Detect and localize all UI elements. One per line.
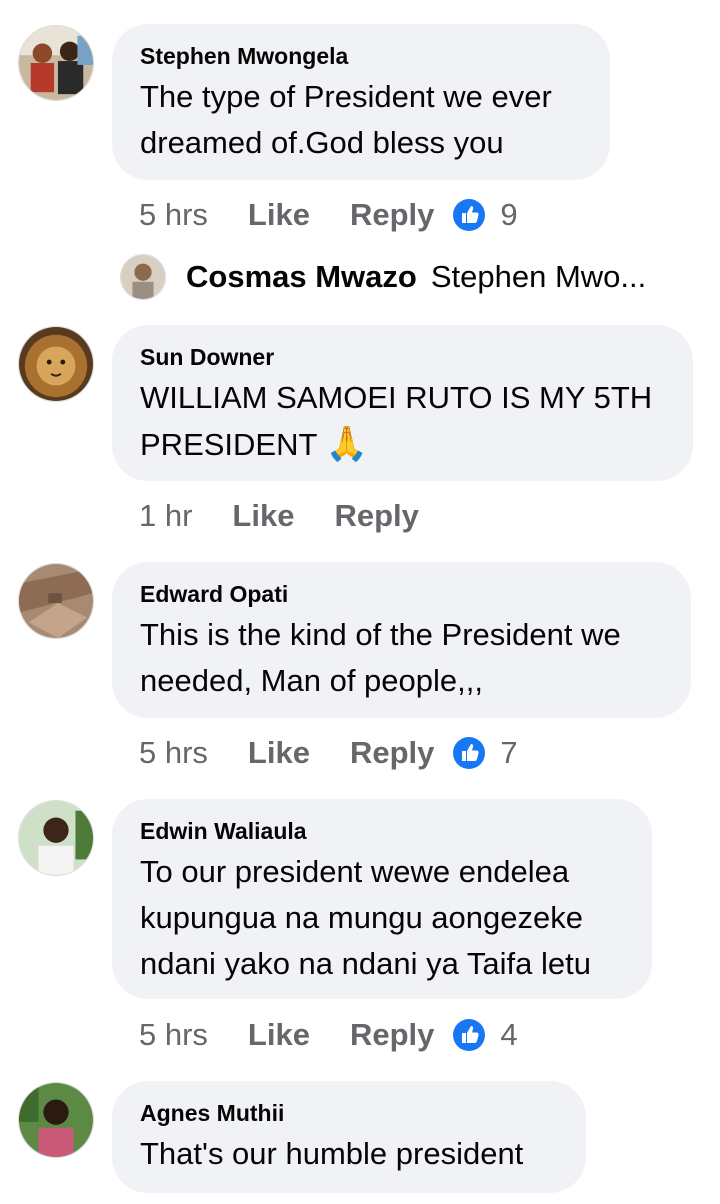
like-thumb-icon bbox=[453, 1019, 486, 1051]
reaction-count[interactable]: 7 bbox=[452, 735, 518, 771]
reaction-count-value: 9 bbox=[500, 197, 518, 232]
reply-author[interactable]: Cosmas Mwazo bbox=[186, 259, 417, 295]
comment-bubble: Edward Opati This is the kind of the Pre… bbox=[112, 562, 691, 718]
reply-button[interactable]: Reply bbox=[350, 735, 434, 771]
comment-time[interactable]: 5 hrs bbox=[139, 1017, 208, 1053]
comment-time[interactable]: 1 hr bbox=[139, 498, 192, 534]
reply-snippet: Stephen Mwo... bbox=[430, 259, 647, 294]
comment-actions: 5 hrs Like Reply 7 bbox=[139, 733, 518, 773]
comment-author[interactable]: Agnes Muthii bbox=[140, 1099, 558, 1127]
comment-author[interactable]: Edwin Waliaula bbox=[140, 817, 624, 845]
comment-text-line: This is the kind of the President we bbox=[140, 617, 621, 652]
like-button[interactable]: Like bbox=[232, 498, 294, 534]
comment-author[interactable]: Sun Downer bbox=[140, 343, 665, 371]
comment-bubble: Stephen Mwongela The type of President w… bbox=[112, 24, 610, 180]
comment-text-line: needed, Man of people,,, bbox=[140, 663, 483, 698]
like-button[interactable]: Like bbox=[248, 1017, 310, 1053]
reaction-count-value: 7 bbox=[500, 735, 518, 770]
comment-actions: 1 hr Like Reply bbox=[139, 496, 437, 536]
reaction-count[interactable]: 9 bbox=[452, 197, 518, 233]
comment-bubble: Edwin Waliaula To our president wewe end… bbox=[112, 799, 652, 999]
like-thumb-icon bbox=[453, 199, 486, 231]
comment-text-line: WILLIAM SAMOEI RUTO IS MY 5TH bbox=[140, 380, 653, 415]
comment-text-line: The type of President we ever bbox=[140, 79, 552, 114]
avatar-agnes-muthii[interactable] bbox=[18, 1082, 94, 1158]
like-button[interactable]: Like bbox=[248, 735, 310, 771]
comment-bubble: Agnes Muthii That's our humble president bbox=[112, 1081, 586, 1193]
comment-bubble: Sun Downer WILLIAM SAMOEI RUTO IS MY 5TH… bbox=[112, 325, 693, 481]
reply-button[interactable]: Reply bbox=[350, 1017, 434, 1053]
comment-text-line: To our president wewe endelea bbox=[140, 854, 570, 889]
like-thumb-icon bbox=[453, 737, 486, 769]
comment-time[interactable]: 5 hrs bbox=[139, 735, 208, 771]
folded-hands-emoji: 🙏 bbox=[325, 425, 368, 463]
reply-button[interactable]: Reply bbox=[334, 498, 418, 534]
comment-actions: 5 hrs Like Reply 4 bbox=[139, 1015, 518, 1055]
comment-text-line: ndani yako na ndani ya Taifa letu bbox=[140, 946, 591, 981]
comment-text-line: kupungua na mungu aongezeke bbox=[140, 900, 583, 935]
avatar-sun-downer[interactable] bbox=[18, 326, 94, 402]
comment-author[interactable]: Stephen Mwongela bbox=[140, 42, 582, 70]
reply-preview[interactable]: Cosmas Mwazo Stephen Mwo... bbox=[120, 253, 646, 301]
reaction-count-value: 4 bbox=[500, 1017, 518, 1052]
comment-text-line: That's our humble president bbox=[140, 1136, 524, 1171]
reaction-count[interactable]: 4 bbox=[452, 1017, 518, 1053]
comment-text-line: dreamed of.God bless you bbox=[140, 125, 504, 160]
comment-text-part: PRESIDENT bbox=[140, 427, 317, 462]
avatar-stephen-mwongela[interactable] bbox=[18, 25, 94, 101]
reply-button[interactable]: Reply bbox=[350, 197, 434, 233]
avatar-edward-opati[interactable] bbox=[18, 563, 94, 639]
comment-author[interactable]: Edward Opati bbox=[140, 580, 663, 608]
avatar-cosmas-mwazo[interactable] bbox=[120, 254, 166, 300]
comment-time[interactable]: 5 hrs bbox=[139, 197, 208, 233]
comment-actions: 5 hrs Like Reply 9 bbox=[139, 195, 518, 235]
comment-text-line: PRESIDENT 🙏 bbox=[140, 421, 665, 468]
avatar-edwin-waliaula[interactable] bbox=[18, 800, 94, 876]
like-button[interactable]: Like bbox=[248, 197, 310, 233]
